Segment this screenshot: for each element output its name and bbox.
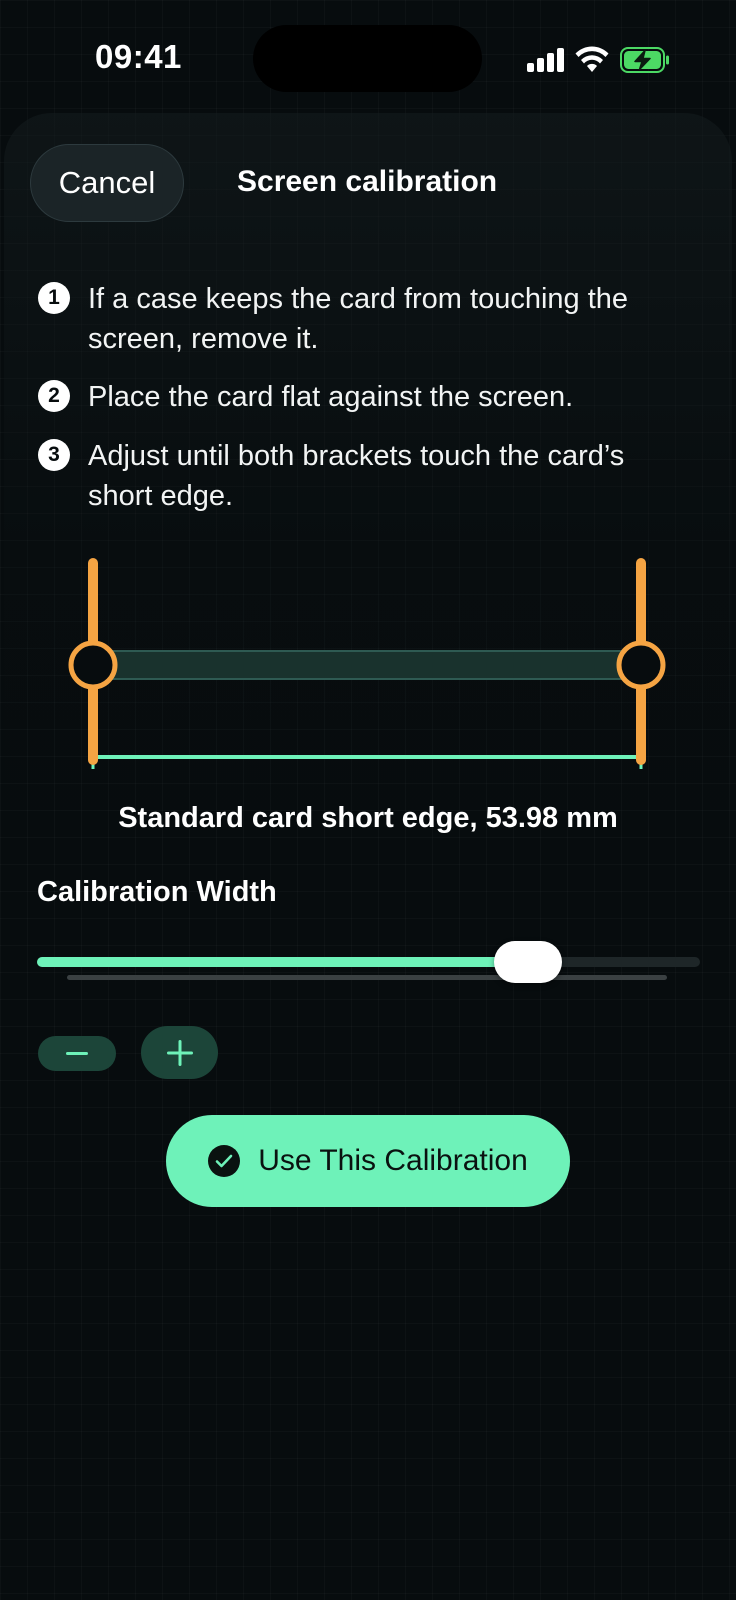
step-text: If a case keeps the card from touching t… (88, 283, 629, 355)
card-edge-band (92, 650, 634, 680)
slider-thumb[interactable] (493, 941, 562, 983)
wifi-icon (575, 46, 609, 72)
slider-fill (37, 957, 528, 967)
calibration-ruler (68, 558, 666, 769)
instruction-step-3: 3 Adjust until both brackets touch the c… (38, 436, 688, 516)
slider-underline (67, 975, 667, 980)
status-bar: 09:41 (0, 0, 736, 110)
minus-icon (66, 1051, 88, 1055)
checkmark-circle-icon (208, 1145, 241, 1177)
status-time: 09:41 (95, 38, 182, 75)
cancel-button[interactable]: Cancel (30, 144, 184, 222)
bracket-handle-left (68, 640, 118, 690)
use-calibration-label: Use This Calibration (258, 1144, 528, 1177)
step-text: Place the card flat against the screen. (88, 381, 574, 413)
plus-icon (166, 1039, 193, 1066)
decrease-width-button[interactable] (38, 1036, 116, 1071)
bracket-handle-right (616, 640, 666, 690)
battery-charging-icon (620, 47, 669, 73)
use-calibration-button[interactable]: Use This Calibration (166, 1115, 570, 1207)
ruler-caption: Standard card short edge, 53.98 mm (118, 802, 618, 834)
step-text: Adjust until both brackets touch the car… (88, 440, 625, 512)
calibration-width-label: Calibration Width (37, 876, 277, 908)
cellular-signal-icon (527, 48, 565, 72)
instruction-step-1: 1 If a case keeps the card from touching… (38, 279, 688, 359)
instruction-step-2: 2 Place the card flat against the screen… (38, 377, 688, 417)
increase-width-button[interactable] (141, 1026, 218, 1079)
step-number-badge: 2 (38, 380, 70, 412)
page-title: Screen calibration (237, 165, 498, 198)
calibration-width-slider[interactable] (37, 940, 700, 990)
step-number-badge: 1 (38, 282, 70, 314)
step-number-badge: 3 (38, 439, 70, 471)
dynamic-island (253, 25, 482, 92)
